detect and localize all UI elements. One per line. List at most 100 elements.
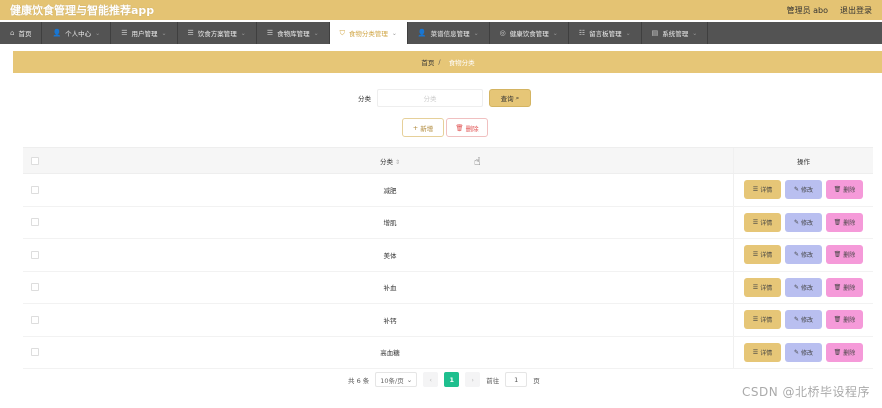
- row-checkbox[interactable]: [31, 348, 39, 357]
- action-row: + 新增 🗑 删除: [402, 118, 488, 137]
- delete-button[interactable]: 🗑 删除: [826, 310, 863, 330]
- nav-item-6[interactable]: 👤 菜谱信息管理 ⌄: [408, 22, 490, 44]
- row-actions: ☰ 详情 ✎ 修改 🗑 删除: [733, 271, 873, 303]
- detail-icon: ☰: [752, 283, 759, 291]
- row-checkbox[interactable]: [31, 185, 39, 194]
- edit-icon: ✎: [793, 186, 799, 194]
- pagination: 共 6 条 10条/页 ⌄ ‹ 1 › 前往 1 页: [348, 372, 540, 387]
- category-cell: 美体: [383, 251, 397, 260]
- row-checkbox[interactable]: [31, 250, 39, 259]
- page-number-current[interactable]: 1: [444, 372, 460, 387]
- category-cell: 高血糖: [380, 349, 400, 358]
- edit-icon: ✎: [793, 283, 799, 291]
- logout-link[interactable]: 退出登录: [840, 5, 872, 16]
- top-bar: 健康饮食管理与智能推荐app 管理员 abo 退出登录: [0, 0, 882, 20]
- goto-page-input[interactable]: 1: [505, 372, 528, 387]
- nav-item-label: 健康饮食管理: [509, 30, 549, 38]
- select-all-checkbox[interactable]: [31, 156, 39, 165]
- detail-button[interactable]: ☰ 详情: [744, 342, 781, 362]
- person-icon: 👤: [52, 29, 62, 37]
- chevron-down-icon: ⌄: [161, 29, 167, 37]
- nav-item-3[interactable]: ☰ 饮食方案管理 ⌄: [178, 22, 257, 44]
- table-row: 美体 ☰ 详情 ✎ 修改 🗑 删除: [23, 239, 873, 272]
- table-row: 增肌 ☰ 详情 ✎ 修改 🗑 删除: [23, 206, 873, 239]
- nav-item-label: 饮食方案管理: [197, 30, 237, 38]
- current-user[interactable]: 管理员 abo: [787, 5, 828, 16]
- row-actions: ☰ 详情 ✎ 修改 🗑 删除: [733, 206, 873, 238]
- detail-button[interactable]: ☰ 详情: [744, 212, 781, 232]
- delete-button[interactable]: 🗑 删除: [826, 180, 863, 200]
- edit-label: 修改: [801, 349, 814, 357]
- breadcrumb: 首页 / 食物分类: [13, 51, 882, 73]
- nav-item-5[interactable]: ⛉ 食物分类管理 ⌄: [329, 22, 408, 44]
- table-row: 减肥 ☰ 详情 ✎ 修改 🗑 删除: [23, 174, 873, 207]
- table-row: 补血 ☰ 详情 ✎ 修改 🗑 删除: [23, 271, 873, 304]
- search-bar: 分类 分类 查询 ⌕: [358, 89, 531, 107]
- prev-page-button[interactable]: ‹: [423, 372, 439, 387]
- chevron-down-icon: ⌄: [552, 29, 558, 37]
- watermark: CSDN @北桥毕设程序: [741, 385, 870, 399]
- row-actions: ☰ 详情 ✎ 修改 🗑 删除: [733, 304, 873, 336]
- trash-icon: 🗑: [833, 251, 842, 259]
- detail-button[interactable]: ☰ 详情: [744, 277, 781, 297]
- health-icon: ◎: [499, 29, 506, 37]
- delete-button[interactable]: 🗑 删除: [826, 212, 863, 232]
- page-size-select[interactable]: 10条/页 ⌄: [375, 372, 418, 387]
- delete-button[interactable]: 🗑 删除: [826, 342, 863, 362]
- edit-button[interactable]: ✎ 修改: [785, 277, 822, 297]
- delete-button[interactable]: 🗑 删除: [826, 277, 863, 297]
- nav-item-label: 食物分类管理: [348, 30, 388, 38]
- nav-item-8[interactable]: ☷ 留言板管理 ⌄: [569, 22, 642, 44]
- delete-button[interactable]: 🗑 删除: [826, 245, 863, 265]
- system-icon: ▤: [651, 29, 659, 37]
- sort-icon[interactable]: ⇕: [395, 159, 400, 166]
- nav-item-0[interactable]: ⌂ 首页: [0, 22, 43, 44]
- detail-label: 详情: [760, 219, 773, 227]
- table-row: 补钙 ☰ 详情 ✎ 修改 🗑 删除: [23, 304, 873, 337]
- nav-item-1[interactable]: 👤 个人中心 ⌄: [42, 22, 112, 44]
- category-cell: 增肌: [383, 219, 397, 228]
- trash-icon: 🗑: [833, 316, 842, 324]
- delete-label: 删除: [843, 252, 856, 260]
- query-label: 查询: [500, 95, 514, 103]
- edit-button[interactable]: ✎ 修改: [785, 310, 822, 330]
- row-actions: ☰ 详情 ✎ 修改 🗑 删除: [733, 239, 873, 271]
- nav-item-9[interactable]: ▤ 系统管理 ⌄: [642, 22, 709, 44]
- detail-button[interactable]: ☰ 详情: [744, 180, 781, 200]
- nav-item-4[interactable]: ☰ 食物库管理 ⌄: [257, 22, 330, 44]
- batch-delete-button[interactable]: 🗑 删除: [446, 118, 488, 137]
- search-label: 分类: [358, 95, 371, 103]
- table-header: 分类 ⇕ 操作: [23, 148, 873, 174]
- recipe-icon: 👤: [417, 29, 427, 37]
- edit-label: 修改: [801, 252, 814, 260]
- edit-button[interactable]: ✎ 修改: [785, 245, 822, 265]
- row-checkbox[interactable]: [31, 283, 39, 292]
- delete-label: 删除: [843, 284, 856, 292]
- delete-label: 删除: [843, 219, 856, 227]
- detail-button[interactable]: ☰ 详情: [744, 245, 781, 265]
- edit-button[interactable]: ✎ 修改: [785, 180, 822, 200]
- add-button[interactable]: + 新增: [402, 118, 444, 137]
- breadcrumb-home[interactable]: 首页: [421, 57, 434, 67]
- food-library-icon: ☰: [266, 29, 274, 37]
- delete-label: 删除: [843, 187, 856, 195]
- edit-button[interactable]: ✎ 修改: [785, 212, 822, 232]
- next-page-button[interactable]: ›: [465, 372, 481, 387]
- row-checkbox[interactable]: [31, 315, 39, 324]
- nav-item-2[interactable]: ☰ 用户管理 ⌄: [111, 22, 178, 44]
- detail-label: 详情: [760, 187, 773, 195]
- column-header-category[interactable]: 分类 ⇕: [47, 156, 733, 166]
- chevron-down-icon: ⌄: [240, 29, 246, 37]
- delete-label: 删除: [843, 317, 856, 325]
- nav-item-7[interactable]: ◎ 健康饮食管理 ⌄: [490, 22, 569, 44]
- row-actions: ☰ 详情 ✎ 修改 🗑 删除: [733, 336, 873, 368]
- query-button[interactable]: 查询 ⌕: [489, 89, 531, 107]
- edit-button[interactable]: ✎ 修改: [785, 342, 822, 362]
- edit-label: 修改: [801, 219, 814, 227]
- chevron-down-icon: ⌄: [625, 29, 631, 37]
- detail-button[interactable]: ☰ 详情: [744, 310, 781, 330]
- row-checkbox[interactable]: [31, 218, 39, 227]
- search-input[interactable]: 分类: [377, 89, 483, 107]
- chevron-down-icon: ⌄: [391, 29, 397, 37]
- detail-icon: ☰: [752, 348, 759, 356]
